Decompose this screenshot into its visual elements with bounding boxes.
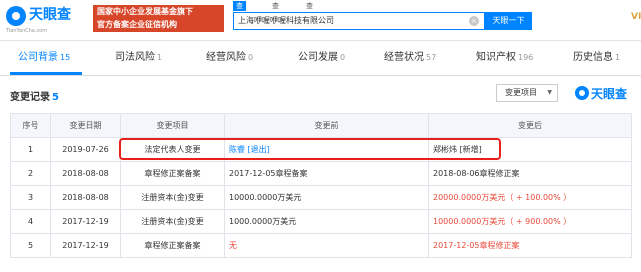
- table-header-row: 序号 变更日期 变更项目 变更前 变更后: [10, 113, 632, 138]
- dropdown-label: 变更项目: [505, 88, 537, 97]
- cell-date: 2017-12-19: [50, 209, 121, 234]
- tab-count: 0: [248, 53, 254, 62]
- table-row: 1 2019-07-26 法定代表人变更 陈睿 [退出] 郑彬炜 [新增]: [10, 137, 632, 162]
- tab-label: 经营状况: [384, 52, 424, 63]
- watermark-text: 天眼查: [591, 87, 628, 101]
- table-row: 5 2017-12-19 章程修正案备案 无 2017-12-05章程修正案: [10, 233, 632, 258]
- cell-after: 2018-08-06章程修正案: [428, 161, 632, 186]
- cell-after[interactable]: 郑彬炜 [新增]: [428, 137, 632, 162]
- cell-before: 10000.0000万美元: [224, 185, 429, 210]
- col-header-after: 变更后: [428, 113, 632, 138]
- tab-label: 经营风险: [206, 52, 246, 63]
- tab-count: 1: [157, 53, 163, 62]
- cell-no: 2: [10, 161, 51, 186]
- tab-label: 公司背景: [18, 52, 58, 63]
- cell-item: 注册资本(金)变更: [120, 185, 225, 210]
- cell-date: 2018-08-08: [50, 161, 121, 186]
- tab-company-development[interactable]: 公司发展 0: [298, 41, 345, 75]
- cell-no: 4: [10, 209, 51, 234]
- tab-company-background[interactable]: 公司背景 15: [18, 41, 70, 75]
- cell-item: 章程修正案备案: [120, 161, 225, 186]
- tab-label: 公司发展: [298, 52, 338, 63]
- tab-count: 1: [615, 53, 621, 62]
- search-input[interactable]: 上海咿喔咿喔科技有限公司 ×: [233, 12, 485, 30]
- cell-date: 2018-08-08: [50, 185, 121, 210]
- cell-no: 3: [10, 185, 51, 210]
- chevron-down-icon: ▼: [547, 89, 552, 96]
- tab-count: 196: [518, 53, 534, 62]
- logo-text: 天眼查: [29, 7, 71, 23]
- tab-count: 0: [340, 53, 346, 62]
- cell-after: 2017-12-05章程修正案: [428, 233, 632, 258]
- change-item-dropdown[interactable]: 变更项目 ▼: [496, 84, 558, 102]
- tab-count: 57: [426, 53, 437, 62]
- cell-date: 2017-12-19: [50, 233, 121, 258]
- tab-business-status[interactable]: 经营状况 57: [384, 41, 436, 75]
- close-icon[interactable]: ×: [469, 16, 479, 26]
- table-row: 2 2018-08-08 章程修正案备案 2017-12-05章程备案 2018…: [10, 161, 632, 186]
- tab-label: 司法风险: [115, 52, 155, 63]
- category-nav: 公司背景 15 司法风险 1 经营风险 0 公司发展 0 经营状况 57 知识产权 196 …: [0, 41, 641, 76]
- cell-no: 1: [10, 137, 51, 162]
- cell-item: 法定代表人变更: [120, 137, 225, 162]
- tab-search-company[interactable]: 查公司: [233, 1, 246, 30]
- tab-label: 知识产权: [476, 52, 516, 63]
- cell-before[interactable]: 陈睿 [退出]: [224, 137, 429, 162]
- cell-before: 无: [224, 233, 429, 258]
- section-title: 变更记录 5: [10, 88, 59, 103]
- cell-item: 章程修正案备案: [120, 233, 225, 258]
- section-title-text: 变更记录: [10, 92, 50, 103]
- cell-before: 1000.0000万美元: [224, 209, 429, 234]
- col-header-no: 序号: [10, 113, 51, 138]
- table-row: 4 2017-12-19 注册资本(金)变更 1000.0000万美元 1000…: [10, 209, 632, 234]
- promo-line-2: 官方备案企业征信机构: [97, 20, 177, 29]
- cell-item: 注册资本(金)变更: [120, 209, 225, 234]
- tab-label: 历史信息: [573, 52, 613, 63]
- section-count: 5: [52, 92, 59, 103]
- tab-count: 15: [60, 53, 71, 62]
- col-header-date: 变更日期: [50, 113, 121, 138]
- cell-no: 5: [10, 233, 51, 258]
- top-header: 天眼查 TianYanCha.com 国家中小企业发展基金旗下 官方备案企业征信…: [0, 0, 641, 41]
- tab-intellectual-property[interactable]: 知识产权 196: [476, 41, 533, 75]
- promo-banner[interactable]: 国家中小企业发展基金旗下 官方备案企业征信机构: [93, 5, 224, 32]
- tab-legal-risk[interactable]: 司法风险 1: [115, 41, 162, 75]
- tab-search-relation[interactable]: 查关系: [303, 1, 316, 30]
- cell-before: 2017-12-05章程备案: [224, 161, 429, 186]
- eye-logo-icon: [575, 86, 589, 100]
- active-tab-underline: [10, 72, 82, 75]
- col-header-before: 变更前: [224, 113, 429, 138]
- search-input-value: 上海咿喔咿喔科技有限公司: [238, 16, 334, 25]
- tab-operation-risk[interactable]: 经营风险 0: [206, 41, 253, 75]
- tab-search-boss[interactable]: 查老板: [269, 1, 282, 30]
- vip-link[interactable]: VI: [631, 12, 641, 22]
- tab-history-info[interactable]: 历史信息 1: [573, 41, 620, 75]
- table-row: 3 2018-08-08 注册资本(金)变更 10000.0000万美元 200…: [10, 185, 632, 210]
- search-button[interactable]: 天眼一下: [485, 12, 532, 30]
- eye-logo-icon: [6, 6, 26, 26]
- cell-date: 2019-07-26: [50, 137, 121, 162]
- tianyancha-watermark: 天眼查: [575, 84, 637, 102]
- cell-after: 10000.0000万美元（ + 900.00% ）: [428, 209, 632, 234]
- tianyancha-logo[interactable]: 天眼查 TianYanCha.com: [6, 4, 86, 36]
- col-header-item: 变更项目: [120, 113, 225, 138]
- promo-line-1: 国家中小企业发展基金旗下: [97, 7, 193, 16]
- logo-subtitle: TianYanCha.com: [6, 28, 48, 34]
- change-record-table: 序号 变更日期 变更项目 变更前 变更后 1 2019-07-26 法定代表人变…: [10, 113, 632, 258]
- cell-after: 20000.0000万美元（ + 100.00% ）: [428, 185, 632, 210]
